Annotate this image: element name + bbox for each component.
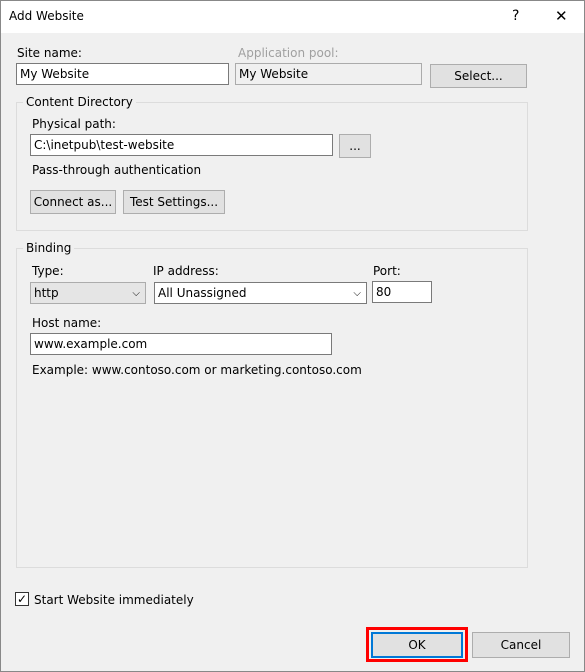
connect-as-button[interactable]: Connect as... <box>30 190 116 214</box>
app-pool-label: Application pool: <box>238 46 339 60</box>
site-name-input[interactable]: My Website <box>16 63 229 85</box>
start-website-checkbox[interactable]: ✓ <box>15 592 29 606</box>
physical-path-label: Physical path: <box>32 117 116 131</box>
ip-address-select[interactable]: All Unassigned ⌵ <box>154 282 367 304</box>
browse-button[interactable]: ... <box>339 134 371 158</box>
content-directory-label: Content Directory <box>23 95 136 109</box>
pass-through-auth-text: Pass-through authentication <box>32 163 202 177</box>
type-label: Type: <box>32 264 64 278</box>
app-pool-input: My Website <box>235 63 422 85</box>
test-settings-button[interactable]: Test Settings... <box>123 190 225 214</box>
chevron-down-icon: ⌵ <box>132 288 140 299</box>
ip-address-label: IP address: <box>153 264 219 278</box>
host-name-input[interactable]: www.example.com <box>30 333 332 355</box>
binding-label: Binding <box>23 241 75 255</box>
dialog-title: Add Website <box>9 9 84 23</box>
port-label: Port: <box>373 264 401 278</box>
host-name-label: Host name: <box>32 316 102 330</box>
add-website-dialog: Add Website ? ✕ Site name: My Website Ap… <box>0 0 585 672</box>
chevron-down-icon: ⌵ <box>353 288 361 299</box>
port-input[interactable]: 80 <box>372 281 432 303</box>
physical-path-input[interactable]: C:\inetpub\test-website <box>30 134 333 156</box>
title-bar: Add Website ? ✕ <box>1 1 584 33</box>
start-website-label: Start Website immediately <box>34 593 194 607</box>
type-select[interactable]: http ⌵ <box>30 282 146 304</box>
host-name-example: Example: www.contoso.com or marketing.co… <box>32 363 362 377</box>
site-name-label: Site name: <box>17 46 82 60</box>
select-app-pool-button[interactable]: Select... <box>430 64 527 88</box>
cancel-button[interactable]: Cancel <box>472 632 570 658</box>
close-icon[interactable]: ✕ <box>555 7 568 25</box>
ok-button[interactable]: OK <box>371 632 463 658</box>
ip-address-value: All Unassigned <box>158 286 247 300</box>
type-value: http <box>34 286 59 300</box>
help-button[interactable]: ? <box>512 8 519 24</box>
